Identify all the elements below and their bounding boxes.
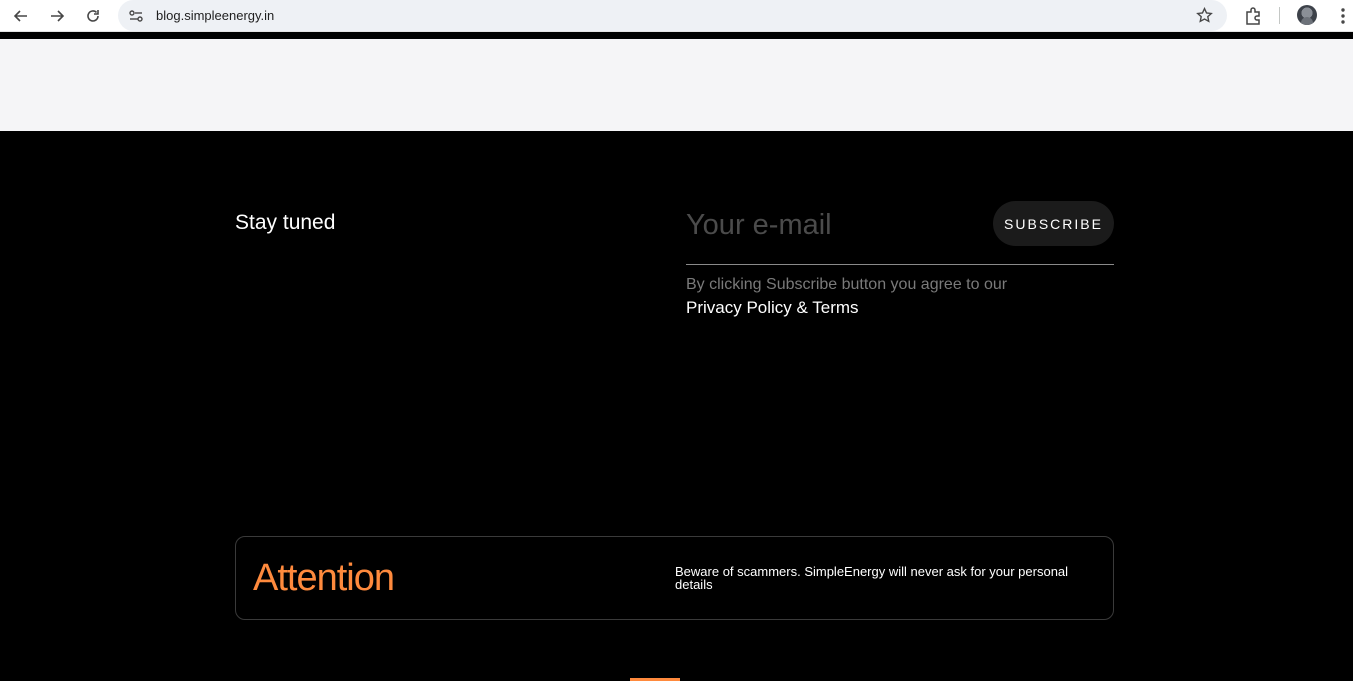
bookmark-star-icon[interactable] xyxy=(1196,7,1213,24)
arrow-right-icon xyxy=(51,10,65,22)
more-menu-icon[interactable] xyxy=(1334,6,1352,26)
privacy-policy-link[interactable]: Privacy Policy & Terms xyxy=(686,298,859,318)
profile-avatar[interactable] xyxy=(1297,5,1317,25)
attention-message: Beware of scammers. SimpleEnergy will ne… xyxy=(675,564,1069,592)
back-button[interactable] xyxy=(8,3,34,29)
forward-button[interactable] xyxy=(44,3,70,29)
email-input[interactable] xyxy=(686,203,986,247)
reload-icon xyxy=(87,10,99,22)
attention-banner: Attention Beware of scammers. SimpleEner… xyxy=(235,536,1114,620)
browser-toolbar: blog.simpleenergy.in xyxy=(0,0,1353,32)
reload-button[interactable] xyxy=(80,3,106,29)
consent-text: By clicking Subscribe button you agree t… xyxy=(686,276,1008,293)
attention-title: Attention xyxy=(253,557,395,599)
extensions-icon[interactable] xyxy=(1243,6,1263,26)
newsletter-heading: Stay tuned xyxy=(235,211,336,234)
toolbar-divider xyxy=(1279,7,1280,24)
header-band xyxy=(0,39,1353,131)
arrow-left-icon xyxy=(13,10,27,22)
email-underline xyxy=(686,264,1114,265)
subscribe-button[interactable]: SUBSCRIBE xyxy=(993,201,1114,246)
url-text[interactable]: blog.simpleenergy.in xyxy=(156,8,274,23)
address-bar[interactable]: blog.simpleenergy.in xyxy=(118,0,1227,31)
site-settings-icon[interactable] xyxy=(128,8,144,24)
